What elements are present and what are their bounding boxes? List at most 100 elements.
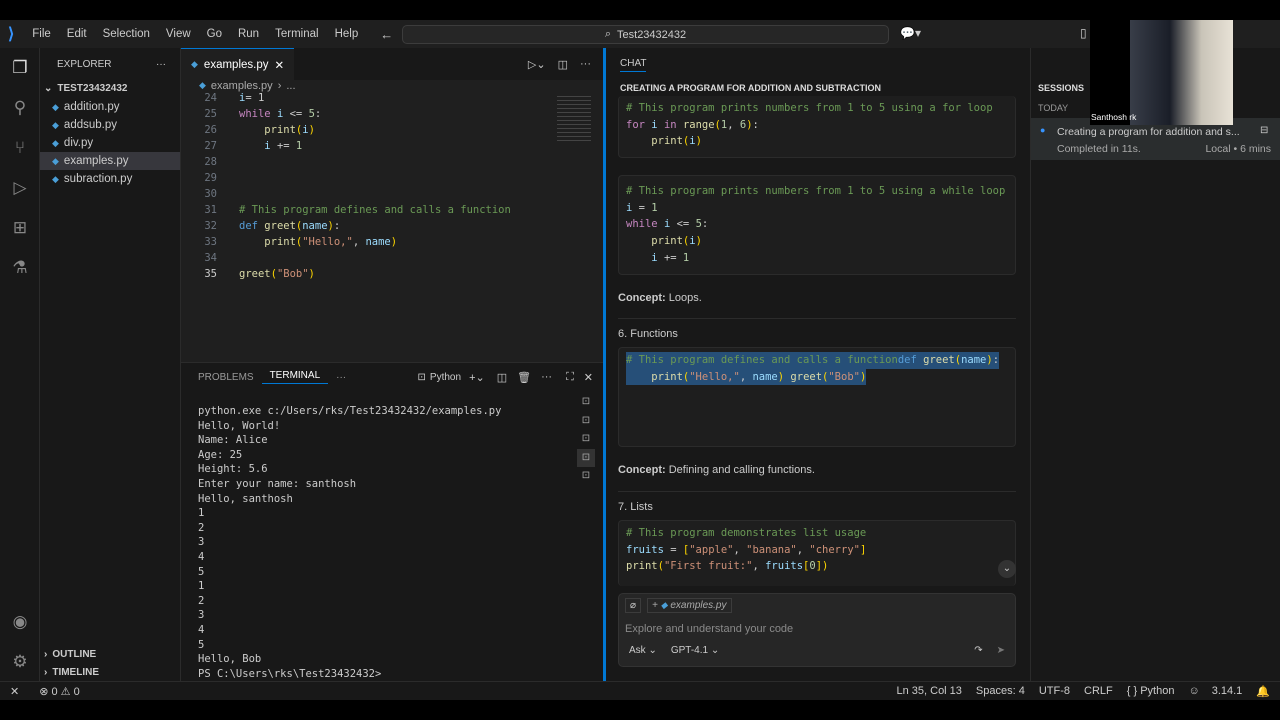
search-icon[interactable]: ⚲ <box>8 96 32 120</box>
copilot-chat-icon[interactable]: 💬▾ <box>900 26 921 40</box>
split-editor-icon[interactable]: ◫ <box>558 58 568 71</box>
back-icon[interactable]: ← <box>380 27 393 42</box>
code-line: # This program defines and calls a funct… <box>626 352 898 369</box>
trash-icon[interactable]: 🗑 <box>517 371 531 384</box>
outline-section[interactable]: › OUTLINE <box>40 646 96 664</box>
terminal-line: 5 <box>198 638 205 651</box>
line-number: 28 <box>204 156 217 168</box>
encoding[interactable]: UTF-8 <box>1039 685 1070 697</box>
run-debug-icon[interactable]: ▷ <box>8 176 32 200</box>
terminal-instance-icon[interactable]: ⊡ <box>577 430 595 449</box>
line-endings[interactable]: CRLF <box>1084 685 1113 697</box>
mode-dropdown[interactable]: Ask ⌄ <box>629 645 657 656</box>
send-icon[interactable]: ➤ <box>997 645 1005 656</box>
code-token: # This program demonstrates list usage <box>626 527 867 539</box>
status-dot-icon: ● <box>1040 125 1046 135</box>
command-center-search[interactable]: ⌕ Test23432432 <box>402 25 889 44</box>
code-line: 34 <box>181 250 603 266</box>
code-token: ) <box>308 268 315 280</box>
terminal-line: Name: Alice <box>198 434 268 447</box>
code-line: while i <= 5: <box>626 216 1008 233</box>
layout-icon[interactable]: ▯ <box>1080 26 1087 40</box>
explorer-icon[interactable]: ❐ <box>8 56 32 80</box>
terminal-line: Hello, santhosh <box>198 492 293 505</box>
account-icon[interactable]: ◉ <box>8 610 32 634</box>
timeline-section[interactable]: › TIMELINE <box>40 664 99 682</box>
split-terminal-icon[interactable]: ◫ <box>497 371 507 384</box>
indentation[interactable]: Spaces: 4 <box>976 685 1025 697</box>
terminal-line: 2 <box>198 594 205 607</box>
more-icon[interactable]: ··· <box>541 371 552 383</box>
terminal-shell-label[interactable]: Python <box>430 372 461 383</box>
close-icon[interactable]: ✕ <box>274 58 284 72</box>
cursor-position[interactable]: Ln 35, Col 13 <box>896 685 961 697</box>
archive-icon[interactable]: ⊟ <box>1260 125 1268 136</box>
more-actions-icon[interactable]: ··· <box>156 59 166 70</box>
scroll-down-icon[interactable]: ⌄ <box>998 560 1016 578</box>
code-editor[interactable]: 24 i= 1 25 while i <= 5: 26 print(i) 27 i += … <box>181 90 603 282</box>
mode-label: Ask <box>629 645 646 656</box>
file-item[interactable]: ◆ subraction.py <box>40 170 180 188</box>
tab-problems[interactable]: PROBLEMS <box>190 372 262 383</box>
vscode-logo-icon: ⟩ <box>8 26 15 43</box>
attach-icon[interactable]: ⌀ <box>625 598 642 613</box>
file-item[interactable]: ◆ div.py <box>40 134 180 152</box>
tab-examples-py[interactable]: ◆ examples.py ✕ <box>181 48 295 80</box>
more-icon[interactable]: ··· <box>328 372 354 383</box>
file-item[interactable]: ◆ addition.py <box>40 98 180 116</box>
menu-run[interactable]: Run <box>230 28 267 40</box>
code-token: for <box>626 118 645 131</box>
new-terminal-icon[interactable]: +⌄ <box>469 371 485 384</box>
code-token: # This program prints numbers from 1 to … <box>626 102 993 114</box>
terminal-instance-icon[interactable]: ⊡ <box>577 393 595 412</box>
terminal-output[interactable]: python.exe c:/Users/rks/Test23432432/exa… <box>181 391 603 681</box>
problems-status[interactable]: ⊗ 0 ⚠ 0 <box>39 685 80 698</box>
code-token: "Hello," <box>302 236 353 248</box>
menu-view[interactable]: View <box>158 28 199 40</box>
explorer-sidebar: EXPLORER ··· ⌄ TEST23432432 ◆ addition.py ◆… <box>40 48 181 681</box>
chat-input[interactable]: Explore and understand your code <box>619 617 1015 641</box>
menu-edit[interactable]: Edit <box>59 28 95 40</box>
run-icon[interactable]: ▷⌄ <box>528 58 546 71</box>
file-item[interactable]: ◆ addsub.py <box>40 116 180 134</box>
breadcrumb-symbol[interactable]: ... <box>286 80 295 96</box>
notifications-icon[interactable]: 🔔 <box>1256 685 1270 698</box>
outline-label: OUTLINE <box>52 649 97 660</box>
terminal-instance-icon[interactable]: ⊡ <box>577 412 595 431</box>
code-token: , <box>739 370 753 383</box>
model-dropdown[interactable]: GPT-4.1 ⌄ <box>671 645 719 656</box>
python-version[interactable]: 3.14.1 <box>1212 685 1243 697</box>
attached-file-chip[interactable]: + ◆ examples.py <box>647 598 732 613</box>
error-count: 0 <box>51 685 58 698</box>
file-name: examples.py <box>63 155 129 167</box>
delegate-icon[interactable]: ↷ <box>974 645 982 656</box>
code-token: # This program defines and calls a funct… <box>239 204 511 216</box>
testing-icon[interactable]: ⚗ <box>8 256 32 280</box>
code-token: fruits <box>765 560 804 573</box>
language-mode[interactable]: { } Python <box>1127 685 1175 697</box>
maximize-icon[interactable]: ⛶ <box>566 371 574 384</box>
more-actions-icon[interactable]: ··· <box>580 58 591 70</box>
tab-chat[interactable]: CHAT <box>620 58 647 72</box>
minimap[interactable] <box>557 96 591 144</box>
terminal-instance-icon[interactable]: ⊡ <box>577 467 595 486</box>
code-token: 1 <box>682 251 690 264</box>
menu-help[interactable]: Help <box>327 28 367 40</box>
file-item[interactable]: ◆ examples.py <box>40 152 180 170</box>
menu-file[interactable]: File <box>24 28 59 40</box>
code-token: = <box>663 543 683 556</box>
copilot-icon[interactable]: ☺ <box>1188 685 1199 697</box>
folder-header[interactable]: ⌄ TEST23432432 <box>40 80 180 98</box>
tab-terminal[interactable]: TERMINAL <box>261 370 329 384</box>
settings-gear-icon[interactable]: ⚙ <box>8 650 32 674</box>
extensions-icon[interactable]: ⊞ <box>8 216 32 240</box>
remote-icon[interactable]: ✕ <box>0 685 29 698</box>
menu-terminal[interactable]: Terminal <box>267 28 326 40</box>
source-control-icon[interactable]: ⑂ <box>8 136 32 160</box>
menu-selection[interactable]: Selection <box>95 28 158 40</box>
menu-go[interactable]: Go <box>199 28 230 40</box>
close-panel-icon[interactable]: ✕ <box>584 371 593 384</box>
code-token: greet <box>790 370 823 383</box>
terminal-instance-icon[interactable]: ⊡ <box>577 448 595 467</box>
code-token: range <box>682 118 715 131</box>
